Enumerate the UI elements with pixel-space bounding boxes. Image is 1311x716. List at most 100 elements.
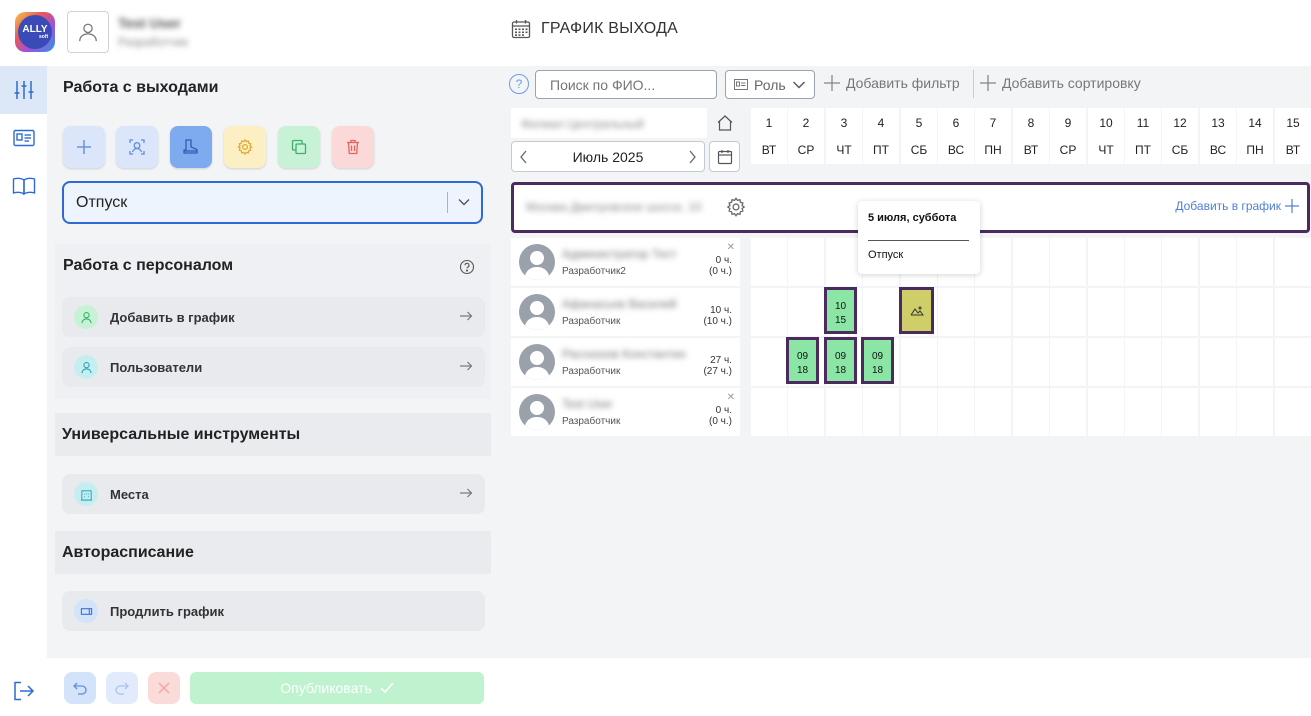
schedule-cell[interactable] <box>1200 388 1236 436</box>
rail-item-schedule-settings[interactable] <box>0 66 47 114</box>
add-filter-button[interactable]: Добавить фильтр <box>824 75 960 91</box>
undo-button[interactable] <box>64 672 96 704</box>
rail-item-book[interactable] <box>0 162 47 210</box>
schedule-cell[interactable] <box>1237 238 1273 286</box>
schedule-cell[interactable] <box>1088 238 1124 286</box>
employee-row[interactable]: Администратор Тест Разработчик2 0 ч. (0 ч.)… <box>511 238 740 286</box>
schedule-cell[interactable] <box>1162 288 1198 336</box>
schedule-cell[interactable] <box>938 388 974 436</box>
gear-icon[interactable] <box>725 196 747 218</box>
schedule-cell[interactable] <box>1050 338 1086 386</box>
schedule-cell[interactable] <box>975 288 1011 336</box>
schedule-cell[interactable] <box>1237 388 1273 436</box>
day-header[interactable]: 2 СР <box>788 108 824 164</box>
employee-row[interactable]: Афанасьев Василий Разработчик 10 ч. (10 ч.) <box>511 288 740 336</box>
help-button[interactable]: ? <box>509 74 529 94</box>
schedule-cell[interactable] <box>975 238 1011 286</box>
discard-button[interactable] <box>148 672 180 704</box>
schedule-cell[interactable] <box>938 288 974 336</box>
day-header[interactable]: 4 ПТ <box>863 108 899 164</box>
day-header[interactable]: 3 ЧТ <box>826 108 862 164</box>
schedule-cell[interactable] <box>1125 388 1161 436</box>
user-avatar[interactable] <box>67 11 109 53</box>
schedule-cell[interactable] <box>1088 288 1124 336</box>
schedule-cell[interactable] <box>1162 238 1198 286</box>
day-header[interactable]: 12 СБ <box>1162 108 1198 164</box>
add-shift-button[interactable] <box>63 126 105 168</box>
home-icon[interactable] <box>716 114 734 132</box>
schedule-cell[interactable] <box>1200 288 1236 336</box>
shift-block[interactable]: 09 18 <box>786 337 819 384</box>
day-header[interactable]: 15 ВТ <box>1275 108 1311 164</box>
day-header[interactable]: 9 СР <box>1050 108 1086 164</box>
schedule-cell[interactable] <box>1275 238 1311 286</box>
schedule-cell[interactable] <box>751 338 787 386</box>
vacation-mode-button[interactable] <box>170 126 212 168</box>
logout-button[interactable] <box>0 676 47 706</box>
staff-item-users[interactable]: Пользователи <box>62 347 485 387</box>
group-add-button[interactable]: Добавить в график <box>1175 199 1299 213</box>
schedule-cell[interactable] <box>751 288 787 336</box>
schedule-cell[interactable] <box>1162 338 1198 386</box>
day-header[interactable]: 10 ЧТ <box>1088 108 1124 164</box>
schedule-cell[interactable] <box>826 388 862 436</box>
select-users-button[interactable] <box>116 126 158 168</box>
schedule-cell[interactable] <box>1125 288 1161 336</box>
schedule-cell[interactable] <box>1125 238 1161 286</box>
schedule-cell[interactable] <box>1088 338 1124 386</box>
schedule-cell[interactable] <box>788 388 824 436</box>
mode-select[interactable]: Отпуск <box>62 181 483 224</box>
publish-button[interactable]: Опубликовать <box>190 672 484 704</box>
schedule-cell[interactable] <box>1013 288 1049 336</box>
schedule-cell[interactable] <box>1013 238 1049 286</box>
schedule-cell[interactable] <box>1013 388 1049 436</box>
add-sort-button[interactable]: Добавить сортировку <box>980 75 1141 91</box>
schedule-cell[interactable] <box>975 338 1011 386</box>
settings-button[interactable] <box>224 126 266 168</box>
schedule-cell[interactable] <box>751 238 787 286</box>
remove-employee-icon[interactable]: ✕ <box>727 242 735 253</box>
help-icon[interactable] <box>459 259 475 275</box>
day-header[interactable]: 11 ПТ <box>1125 108 1161 164</box>
schedule-cell[interactable] <box>1050 388 1086 436</box>
schedule-cell[interactable] <box>901 388 937 436</box>
schedule-cell[interactable] <box>1275 288 1311 336</box>
employee-row[interactable]: Test User Разработчик 0 ч. (0 ч.) ✕ <box>511 388 740 436</box>
schedule-cell[interactable] <box>1050 238 1086 286</box>
day-header[interactable]: 13 ВС <box>1200 108 1236 164</box>
day-header[interactable]: 1 ВТ <box>751 108 787 164</box>
calendar-picker-button[interactable] <box>709 141 740 172</box>
day-header[interactable]: 14 ПН <box>1237 108 1273 164</box>
rail-item-id-card[interactable] <box>0 114 47 162</box>
search-input[interactable] <box>535 70 717 99</box>
employee-row[interactable]: Рассказов Константин Разработчик 27 ч. (27 … <box>511 338 740 386</box>
schedule-cell[interactable] <box>1275 388 1311 436</box>
schedule-cell[interactable] <box>975 388 1011 436</box>
schedule-cell[interactable] <box>1200 338 1236 386</box>
day-header[interactable]: 8 ВТ <box>1013 108 1049 164</box>
role-filter-dropdown[interactable]: Роль <box>725 70 815 99</box>
schedule-cell[interactable] <box>1013 338 1049 386</box>
tools-item-places[interactable]: Места <box>62 474 485 514</box>
schedule-cell[interactable] <box>1237 338 1273 386</box>
chevron-right-icon[interactable] <box>686 149 698 165</box>
schedule-cell[interactable] <box>788 238 824 286</box>
schedule-cell[interactable] <box>1088 388 1124 436</box>
shift-block[interactable]: 09 18 <box>861 337 894 384</box>
remove-employee-icon[interactable]: ✕ <box>727 392 735 403</box>
copy-button[interactable] <box>278 126 320 168</box>
redo-button[interactable] <box>106 672 138 704</box>
day-header[interactable]: 6 ВС <box>938 108 974 164</box>
schedule-cell[interactable] <box>863 288 899 336</box>
schedule-cell[interactable] <box>751 388 787 436</box>
delete-button[interactable] <box>332 126 374 168</box>
chevron-left-icon[interactable] <box>518 149 530 165</box>
schedule-cell[interactable] <box>863 388 899 436</box>
schedule-cell[interactable] <box>788 288 824 336</box>
staff-item-add-to-schedule[interactable]: Добавить в график <box>62 297 485 337</box>
schedule-cell[interactable] <box>901 338 937 386</box>
schedule-cell[interactable] <box>1125 338 1161 386</box>
shift-block[interactable]: 09 18 <box>824 337 857 384</box>
schedule-cell[interactable] <box>826 238 862 286</box>
schedule-cell[interactable] <box>1200 238 1236 286</box>
